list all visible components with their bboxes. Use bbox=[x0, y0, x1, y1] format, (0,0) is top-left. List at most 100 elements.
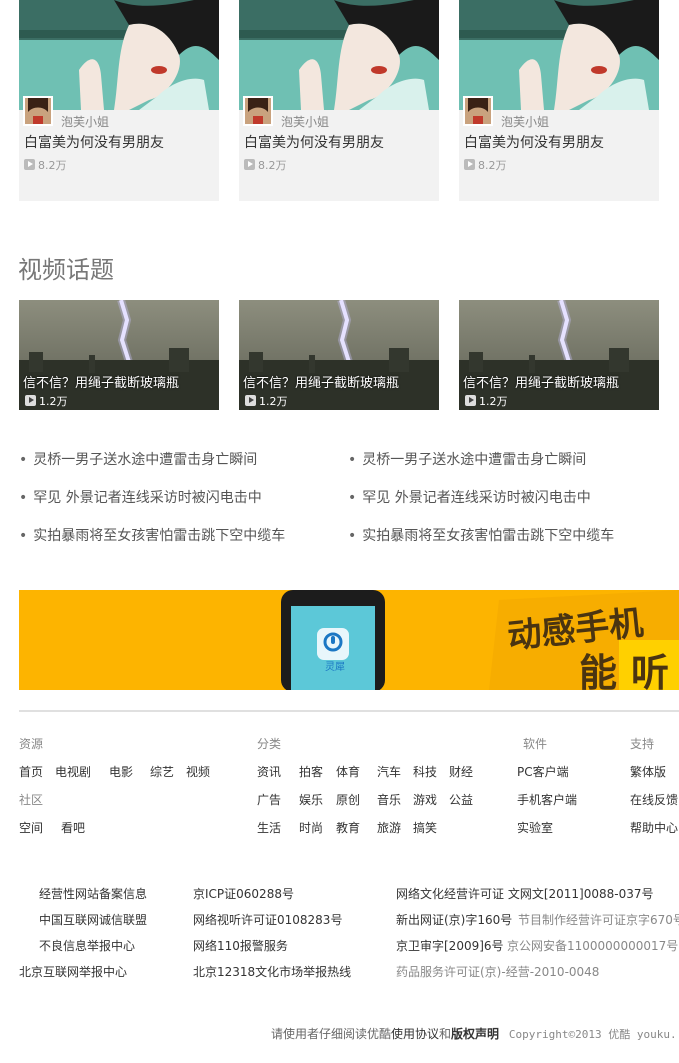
footer-link[interactable]: 视频 bbox=[186, 763, 210, 780]
app-label: 灵犀 bbox=[325, 662, 345, 673]
play-icon bbox=[464, 159, 475, 170]
footer-heading-support: 支持 bbox=[630, 737, 655, 751]
section-title-video-topics: 视频话题 bbox=[18, 256, 114, 284]
view-count-text: 1.2万 bbox=[479, 395, 508, 408]
license-text[interactable]: 药品服务许可证(京)-经营-2010-0048 bbox=[396, 963, 599, 980]
topic-view-count: 1.2万 bbox=[245, 393, 288, 409]
news-item[interactable]: • 罕见 外景记者连线采访时被闪电击中 bbox=[348, 487, 591, 507]
license-text[interactable]: 新出网证(京)字160号 bbox=[396, 911, 512, 928]
footer-link[interactable]: PC客户端 bbox=[517, 763, 569, 780]
news-link[interactable]: 罕见 外景记者连线采访时被闪电击中 bbox=[362, 490, 590, 506]
footer-category-link[interactable]: 搞笑 bbox=[413, 819, 437, 836]
footer-heading-resources: 资源 bbox=[19, 737, 44, 751]
view-count: 8.2万 bbox=[464, 157, 507, 173]
view-count-text: 1.2万 bbox=[39, 395, 68, 408]
video-card[interactable]: 泡芙小姐 白富美为何没有男朋友 8.2万 bbox=[459, 0, 659, 201]
footer-category-link[interactable]: 时尚 bbox=[299, 819, 323, 836]
video-card[interactable]: 泡芙小姐 白富美为何没有男朋友 8.2万 bbox=[19, 0, 219, 201]
video-thumbnail[interactable] bbox=[239, 0, 439, 110]
footer-category-link[interactable]: 拍客 bbox=[299, 763, 323, 780]
license-link[interactable]: 中国互联网诚信联盟 bbox=[39, 911, 147, 928]
footer-heading-software: 软件 bbox=[523, 737, 548, 751]
footer-link[interactable]: 实验室 bbox=[517, 819, 553, 836]
news-link[interactable]: 实拍暴雨将至女孩害怕雷击跳下空中缆车 bbox=[33, 528, 285, 544]
topic-video-title[interactable]: 信不信？用绳子截断玻璃瓶 bbox=[463, 372, 619, 391]
video-title[interactable]: 白富美为何没有男朋友 bbox=[464, 132, 604, 152]
topic-video-card[interactable]: 信不信？用绳子截断玻璃瓶 1.2万 bbox=[19, 300, 219, 410]
author-name[interactable]: 泡芙小姐 bbox=[61, 113, 109, 130]
banner-subline-1: 能 bbox=[579, 651, 618, 690]
footer-category-link[interactable]: 体育 bbox=[336, 763, 360, 780]
news-link[interactable]: 罕见 外景记者连线采访时被闪电击中 bbox=[33, 490, 261, 506]
view-count: 8.2万 bbox=[24, 157, 67, 173]
license-text[interactable]: 网络视听许可证0108283号 bbox=[193, 911, 342, 928]
topic-video-title[interactable]: 信不信？用绳子截断玻璃瓶 bbox=[243, 372, 399, 391]
author-avatar[interactable] bbox=[243, 96, 273, 126]
play-icon bbox=[24, 159, 35, 170]
video-card[interactable]: 泡芙小姐 白富美为何没有男朋友 8.2万 bbox=[239, 0, 439, 201]
footer-category-link[interactable]: 广告 bbox=[257, 791, 281, 808]
author-avatar[interactable] bbox=[23, 96, 53, 126]
view-count: 8.2万 bbox=[244, 157, 287, 173]
notice-line: 请使用者仔细阅读优酷使用协议和版权声明 Copyright©2013 优酷 yo… bbox=[271, 1025, 677, 1042]
notice-and: 和 bbox=[439, 1027, 452, 1041]
news-link[interactable]: 灵桥一男子送水途中遭雷击身亡瞬间 bbox=[362, 452, 586, 468]
video-thumbnail[interactable] bbox=[19, 0, 219, 110]
license-link[interactable]: 经营性网站备案信息 bbox=[39, 885, 147, 902]
footer-category-link[interactable]: 音乐 bbox=[377, 791, 401, 808]
video-title[interactable]: 白富美为何没有男朋友 bbox=[24, 132, 164, 152]
play-icon bbox=[245, 395, 256, 406]
footer-link[interactable]: 手机客户端 bbox=[517, 791, 577, 808]
topic-video-card[interactable]: 信不信？用绳子截断玻璃瓶 1.2万 bbox=[459, 300, 659, 410]
license-text[interactable]: 北京12318文化市场举报热线 bbox=[193, 963, 351, 980]
footer-link[interactable]: 首页 bbox=[19, 763, 43, 780]
footer-category-link[interactable]: 教育 bbox=[336, 819, 360, 836]
footer-category-link[interactable]: 财经 bbox=[449, 763, 473, 780]
footer-link[interactable]: 帮助中心 bbox=[630, 819, 678, 836]
footer-category-link[interactable]: 原创 bbox=[336, 791, 360, 808]
license-text[interactable]: 节目制作经营许可证京字670号 bbox=[518, 911, 679, 928]
news-item[interactable]: • 罕见 外景记者连线采访时被闪电击中 bbox=[19, 487, 262, 507]
news-item[interactable]: • 实拍暴雨将至女孩害怕雷击跳下空中缆车 bbox=[348, 525, 614, 545]
video-thumbnail[interactable] bbox=[459, 0, 659, 110]
footer-link[interactable]: 电视剧 bbox=[55, 763, 91, 780]
footer-link[interactable]: 看吧 bbox=[61, 819, 85, 836]
license-text[interactable]: 网络文化经营许可证 文网文[2011]0088-037号 bbox=[396, 885, 654, 902]
license-link[interactable]: 不良信息举报中心 bbox=[39, 937, 135, 954]
license-text[interactable]: 京公网安备1100000000017号 bbox=[507, 937, 678, 954]
topic-video-card[interactable]: 信不信？用绳子截断玻璃瓶 1.2万 bbox=[239, 300, 439, 410]
footer-link[interactable]: 在线反馈 bbox=[630, 791, 678, 808]
topic-view-count: 1.2万 bbox=[25, 393, 68, 409]
video-title[interactable]: 白富美为何没有男朋友 bbox=[244, 132, 384, 152]
footer-category-link[interactable]: 资讯 bbox=[257, 763, 281, 780]
license-text[interactable]: 京ICP证060288号 bbox=[193, 885, 294, 902]
author-name[interactable]: 泡芙小姐 bbox=[501, 113, 549, 130]
license-text[interactable]: 网络110报警服务 bbox=[193, 937, 288, 954]
copyright-statement-link[interactable]: 版权声明 bbox=[451, 1027, 499, 1041]
license-text[interactable]: 京卫审字[2009]6号 bbox=[396, 937, 504, 954]
license-link[interactable]: 北京互联网举报中心 bbox=[19, 963, 127, 980]
news-link[interactable]: 灵桥一男子送水途中遭雷击身亡瞬间 bbox=[33, 452, 257, 468]
footer-link[interactable]: 繁体版 bbox=[630, 763, 666, 780]
ad-banner[interactable]: 灵犀 动感手机 能 听 bbox=[19, 590, 679, 690]
footer-category-link[interactable]: 娱乐 bbox=[299, 791, 323, 808]
footer-category-link[interactable]: 公益 bbox=[449, 791, 473, 808]
author-avatar[interactable] bbox=[463, 96, 493, 126]
terms-link[interactable]: 使用协议 bbox=[391, 1027, 439, 1041]
footer-link[interactable]: 空间 bbox=[19, 819, 43, 836]
footer-category-link[interactable]: 旅游 bbox=[377, 819, 401, 836]
footer-link[interactable]: 综艺 bbox=[150, 763, 174, 780]
topic-video-title[interactable]: 信不信？用绳子截断玻璃瓶 bbox=[23, 372, 179, 391]
news-item[interactable]: • 灵桥一男子送水途中遭雷击身亡瞬间 bbox=[348, 449, 586, 469]
banner-subline-2: 听 bbox=[631, 651, 670, 690]
footer-category-link[interactable]: 生活 bbox=[257, 819, 281, 836]
news-link[interactable]: 实拍暴雨将至女孩害怕雷击跳下空中缆车 bbox=[362, 528, 614, 544]
footer-category-link[interactable]: 科技 bbox=[413, 763, 437, 780]
news-item[interactable]: • 实拍暴雨将至女孩害怕雷击跳下空中缆车 bbox=[19, 525, 285, 545]
footer-category-link[interactable]: 游戏 bbox=[413, 791, 437, 808]
play-icon bbox=[244, 159, 255, 170]
author-name[interactable]: 泡芙小姐 bbox=[281, 113, 329, 130]
footer-category-link[interactable]: 汽车 bbox=[377, 763, 401, 780]
footer-link[interactable]: 电影 bbox=[109, 763, 133, 780]
news-item[interactable]: • 灵桥一男子送水途中遭雷击身亡瞬间 bbox=[19, 449, 257, 469]
